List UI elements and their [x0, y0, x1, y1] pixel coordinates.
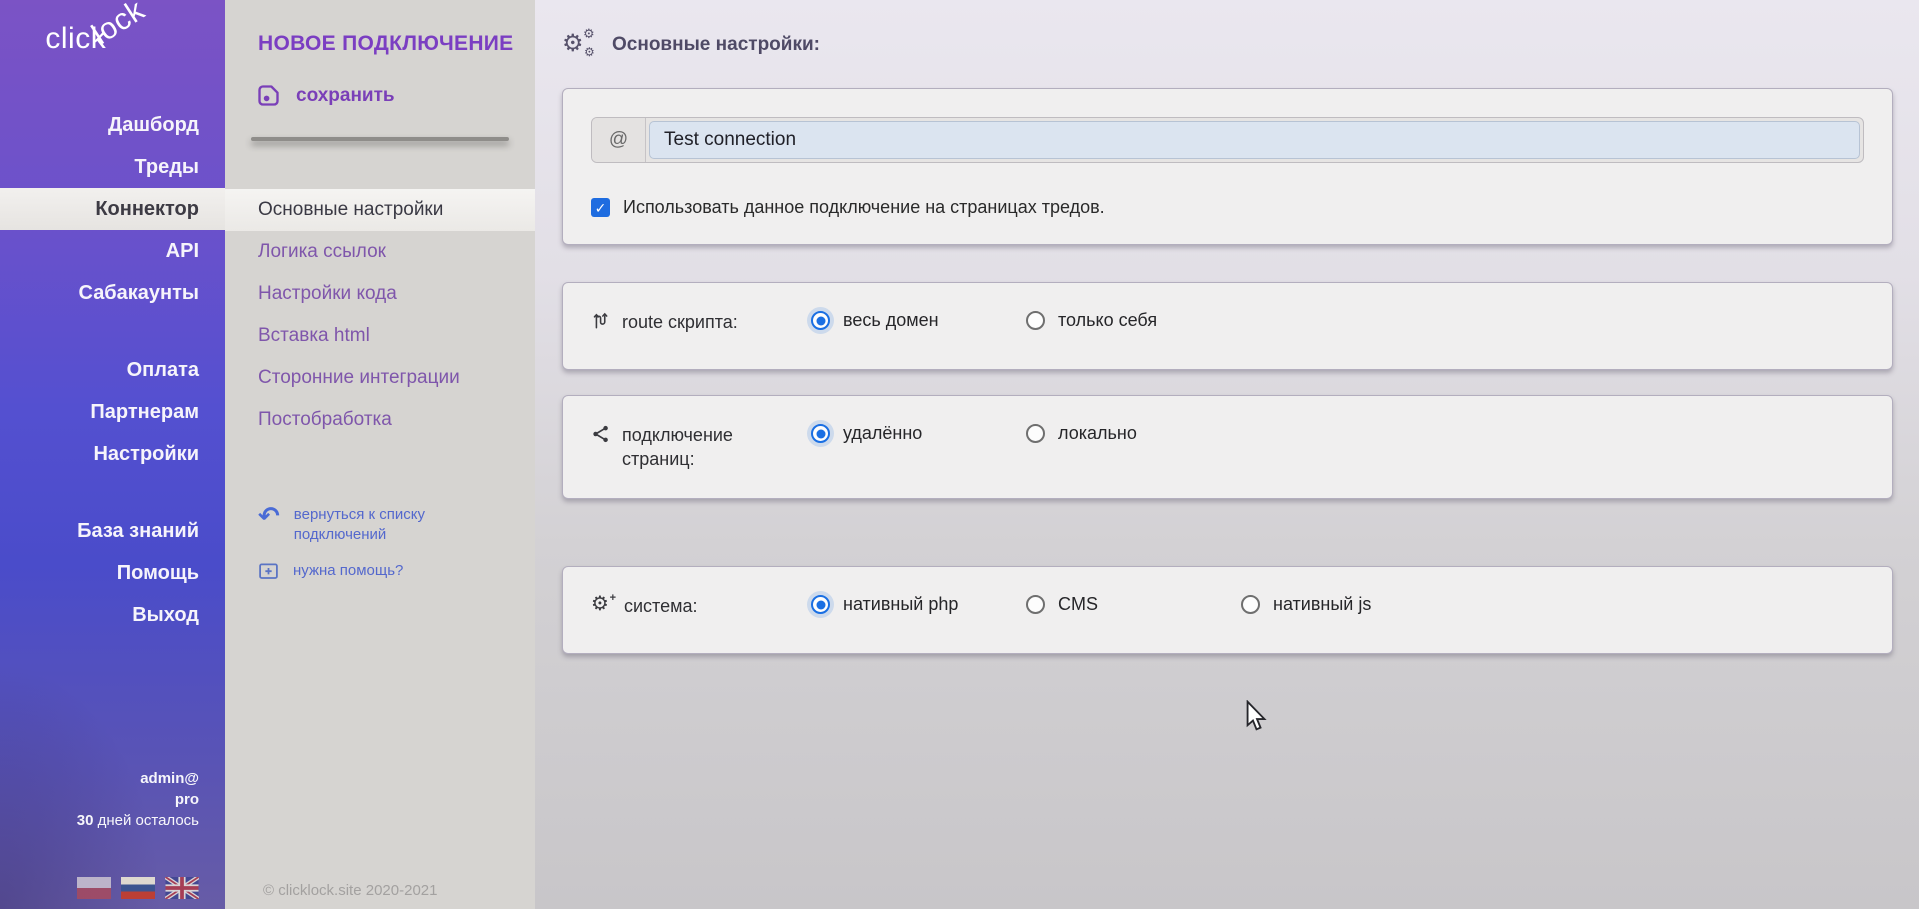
russia-flag-icon[interactable] — [121, 877, 155, 899]
connection-name-input[interactable] — [649, 121, 1860, 159]
pages-connection-card: подключение страниц: удалённо локально — [562, 395, 1893, 499]
need-help-label: нужна помощь? — [293, 561, 403, 581]
gears-icon: ⚙⚙⚙ — [562, 30, 596, 60]
user-days-left: 30 дней осталось — [0, 810, 199, 831]
menu-item-html-insert[interactable]: Вставка html — [225, 315, 535, 357]
sidebar-item-help[interactable]: Помощь — [0, 552, 225, 594]
connection-name-card: @ Использовать данное подключение на стр… — [562, 88, 1893, 245]
use-on-threads-checkbox-row[interactable]: Использовать данное подключение на стран… — [591, 197, 1864, 218]
route-script-label: route скрипта: — [622, 310, 738, 334]
page-title: Основные настройки: — [612, 34, 820, 56]
route-icon — [591, 311, 611, 331]
radio-unselected-icon[interactable] — [1026, 424, 1045, 443]
menu-item-main-settings[interactable]: Основные настройки — [225, 189, 535, 231]
panel-title: НОВОЕ ПОДКЛЮЧЕНИЕ — [225, 0, 535, 56]
use-on-threads-label: Использовать данное подключение на стран… — [623, 197, 1105, 218]
user-days-text: дней осталось — [93, 812, 199, 829]
radio-option-native-js[interactable]: нативный js — [1241, 594, 1371, 615]
sidebar-item-knowledge-base[interactable]: База знаний — [0, 510, 225, 552]
pages-connection-options: удалённо локально — [811, 423, 1137, 444]
uk-flag-icon[interactable] — [165, 877, 199, 899]
share-icon — [591, 424, 611, 444]
user-days-number: 30 — [77, 812, 94, 829]
user-plan: pro — [0, 789, 199, 810]
menu-item-link-logic[interactable]: Логика ссылок — [225, 231, 535, 273]
back-to-connections-link[interactable]: ↶ вернуться к списку подключений — [258, 505, 515, 545]
menu-item-postprocessing[interactable]: Постобработка — [225, 399, 535, 441]
radio-option-whole-domain[interactable]: весь домен — [811, 310, 1026, 331]
undo-icon: ↶ — [258, 505, 280, 527]
radio-unselected-icon[interactable] — [1241, 595, 1260, 614]
clicklock-logo[interactable]: clicklock — [0, 0, 225, 78]
add-comment-icon — [258, 561, 279, 587]
radio-option-only-self[interactable]: только себя — [1026, 310, 1157, 331]
radio-unselected-icon[interactable] — [1026, 595, 1045, 614]
main-content: ⚙⚙⚙ Основные настройки: @ Использовать д… — [535, 0, 1919, 909]
sidebar-item-logout[interactable]: Выход — [0, 594, 225, 636]
radio-unselected-icon[interactable] — [1026, 311, 1045, 330]
route-script-label-group: route скрипта: — [591, 310, 811, 334]
panel-divider — [251, 137, 509, 141]
connection-name-input-group: @ — [591, 117, 1864, 163]
menu-item-integrations[interactable]: Сторонние интеграции — [225, 357, 535, 399]
sidebar-item-partners[interactable]: Партнерам — [0, 391, 225, 433]
back-to-connections-label: вернуться к списку подключений — [294, 505, 454, 545]
pages-connection-label: подключение страниц: — [622, 423, 772, 471]
sidebar: clicklock Дашборд Треды Коннектор API Са… — [0, 0, 225, 909]
pages-connection-label-group: подключение страниц: — [591, 423, 811, 471]
save-floppy-icon — [255, 82, 282, 109]
main-header: ⚙⚙⚙ Основные настройки: — [562, 30, 1893, 60]
at-prefix-icon: @ — [592, 118, 646, 162]
sidebar-footer: admin@ pro 30 дней осталось — [0, 768, 225, 909]
radio-option-native-php[interactable]: нативный php — [811, 594, 1026, 615]
radio-option-local[interactable]: локально — [1026, 423, 1137, 444]
user-email: admin@ — [0, 768, 199, 789]
radio-option-cms[interactable]: CMS — [1026, 594, 1241, 615]
sidebar-item-connector[interactable]: Коннектор — [0, 188, 225, 230]
sidebar-item-threads[interactable]: Треды — [0, 146, 225, 188]
radio-selected-icon[interactable] — [811, 424, 830, 443]
panel-links: ↶ вернуться к списку подключений нужна п… — [258, 505, 515, 587]
copyright: © clicklock.site 2020-2021 — [263, 882, 437, 899]
route-script-options: весь домен только себя — [811, 310, 1157, 331]
radio-selected-icon[interactable] — [811, 311, 830, 330]
system-label: система: — [624, 594, 698, 618]
route-script-card: route скрипта: весь домен только себя — [562, 282, 1893, 370]
connection-panel: НОВОЕ ПОДКЛЮЧЕНИЕ сохранить Основные нас… — [225, 0, 535, 909]
sidebar-item-api[interactable]: API — [0, 230, 225, 272]
language-switcher — [0, 877, 199, 899]
connection-settings-menu: Основные настройки Логика ссылок Настрой… — [225, 189, 535, 441]
poland-flag-icon[interactable] — [77, 877, 111, 899]
sidebar-item-subaccounts[interactable]: Сабакаунты — [0, 272, 225, 314]
sidebar-nav: Дашборд Треды Коннектор API Сабакаунты О… — [0, 104, 225, 636]
save-button-label: сохранить — [296, 85, 395, 107]
gear-icon: ⚙+ — [591, 594, 613, 614]
sidebar-item-payment[interactable]: Оплата — [0, 349, 225, 391]
checkbox-checked-icon[interactable] — [591, 198, 610, 217]
save-button[interactable]: сохранить — [255, 82, 535, 109]
radio-selected-icon[interactable] — [811, 595, 830, 614]
system-label-group: ⚙+ система: — [591, 594, 811, 618]
menu-item-code-settings[interactable]: Настройки кода — [225, 273, 535, 315]
system-options: нативный php CMS нативный js — [811, 594, 1371, 615]
sidebar-item-dashboard[interactable]: Дашборд — [0, 104, 225, 146]
need-help-link[interactable]: нужна помощь? — [258, 561, 515, 587]
system-card: ⚙+ система: нативный php CMS нативный js — [562, 566, 1893, 654]
sidebar-item-settings[interactable]: Настройки — [0, 433, 225, 475]
radio-option-remote[interactable]: удалённо — [811, 423, 1026, 444]
